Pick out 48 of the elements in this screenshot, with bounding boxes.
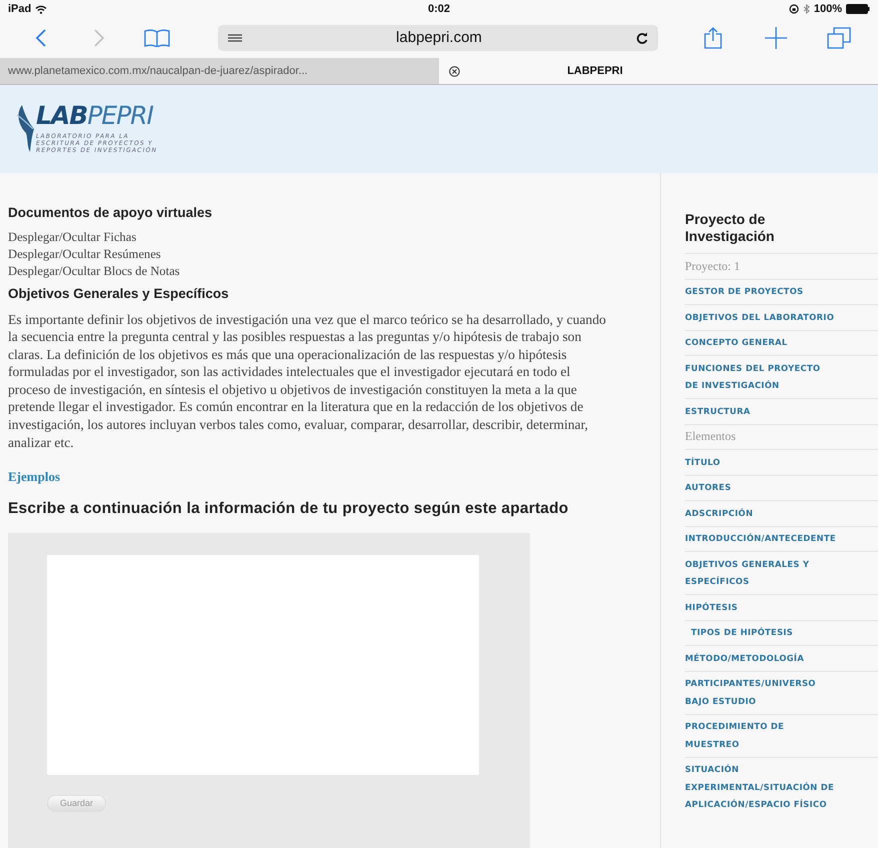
- sidebar-link[interactable]: HIPÓTESIS: [685, 598, 738, 616]
- sidebar-link[interactable]: TIPOS DE HIPÓTESIS: [691, 624, 794, 642]
- sidebar-link[interactable]: GESTOR DE PROYECTOS: [685, 283, 804, 300]
- status-time: 0:02: [426, 2, 452, 17]
- sidebar-label: Proyecto: 1: [685, 258, 740, 275]
- sidebar-link[interactable]: INTRODUCCIÓN/ANTECEDENTE: [685, 530, 836, 548]
- section-heading: Objetivos Generales y Específicos: [8, 285, 230, 304]
- wifi-icon: [35, 4, 48, 14]
- reload-icon[interactable]: [636, 32, 648, 44]
- sidebar-link[interactable]: PROCEDIMIENTO DE MUESTREO: [685, 718, 835, 753]
- sidebar-link[interactable]: ADSCRIPCIÓN: [685, 504, 754, 522]
- sidebar-link[interactable]: PARTICIPANTES/UNIVERSO BAJO ESTUDIO: [685, 675, 835, 710]
- toggle-link[interactable]: Desplegar/Ocultar Resúmenes: [8, 246, 161, 264]
- sidebar-link[interactable]: TÍTULO: [685, 454, 720, 471]
- section-heading: Escribe a continuación la información de tu proyecto según este apartado: [8, 499, 570, 520]
- examples-link[interactable]: Ejemplos: [8, 467, 60, 487]
- sidebar-label: Elementos: [685, 428, 736, 445]
- sidebar-title: Proyecto de Investigación: [685, 211, 776, 245]
- device-label: iPad: [8, 2, 32, 17]
- sidebar-link[interactable]: OBJETIVOS GENERALES Y ESPECÍFICOS: [685, 556, 835, 590]
- plus-icon: [764, 27, 787, 49]
- body-paragraph: Es importante definir los objetivos de investigación una vez que el marco teórico se ha desarrollado, y cuando la secuencia entre la pregunta central y las posibles respuestas a las preguntas y/o hipótesis de trabajo son claras. La definición de los objetivos es más que una operacionalización de las respuestas y/o hipótesis formuladas por el investigador, son las actividades intelectuales que el investigador ejecutará en todo el proceso de investigación, en síntesis el objetivo u objetivos de investigación constituyen la meta a la que pretende llegar el investigador. Es común encontrar en la literatura que en la redacción de los objetivos de investigación, los autores incluyan verbos tales como, evaluar, comparar, desarrollar, describir, determinar, analizar etc.: [8, 310, 607, 452]
- sidebar-link[interactable]: MÉTODO/METODOLOGÍA: [685, 650, 804, 667]
- section-heading: Documentos de apoyo virtuales: [8, 204, 214, 222]
- sidebar-link[interactable]: AUTORES: [685, 479, 732, 496]
- logo-title: LABPEPRI: [36, 103, 154, 129]
- feather-icon: [14, 103, 36, 153]
- tabs-icon: [826, 27, 851, 49]
- reader-icon: [228, 34, 242, 42]
- share-icon: [704, 27, 722, 49]
- battery-percent: 100%: [814, 2, 842, 17]
- rotation-lock-icon: [788, 4, 799, 14]
- back-icon: [35, 29, 47, 47]
- sidebar-link[interactable]: ESTRUCTURA: [685, 402, 750, 420]
- book-icon: [144, 29, 170, 47]
- close-icon[interactable]: [449, 66, 460, 76]
- sidebar-link[interactable]: SITUACIÓN EXPERIMENTAL/SITUACIÓN DE APLICACIÓN/ESPACIO FÍSICO: [685, 761, 835, 814]
- sidebar-link[interactable]: CONCEPTO GENERAL: [685, 334, 788, 352]
- address-bar[interactable]: labpepri.com: [218, 25, 658, 51]
- toggle-link[interactable]: Desplegar/Ocultar Blocs de Notas: [8, 263, 180, 280]
- bluetooth-icon: [802, 4, 810, 14]
- sidebar-link[interactable]: FUNCIONES DEL PROYECTO DE INVESTIGACIÓN: [685, 360, 835, 394]
- forward-icon: [93, 29, 105, 47]
- toggle-link[interactable]: Desplegar/Ocultar Fichas: [8, 229, 136, 246]
- battery-icon: [846, 4, 870, 14]
- sidebar-link[interactable]: OBJETIVOS DEL LABORATORIO: [685, 308, 834, 326]
- browser-tab[interactable]: www.planetamexico.com.mx/naucalpan-de-juarez/aspirador...: [0, 58, 439, 84]
- save-button[interactable]: Guardar: [47, 794, 106, 812]
